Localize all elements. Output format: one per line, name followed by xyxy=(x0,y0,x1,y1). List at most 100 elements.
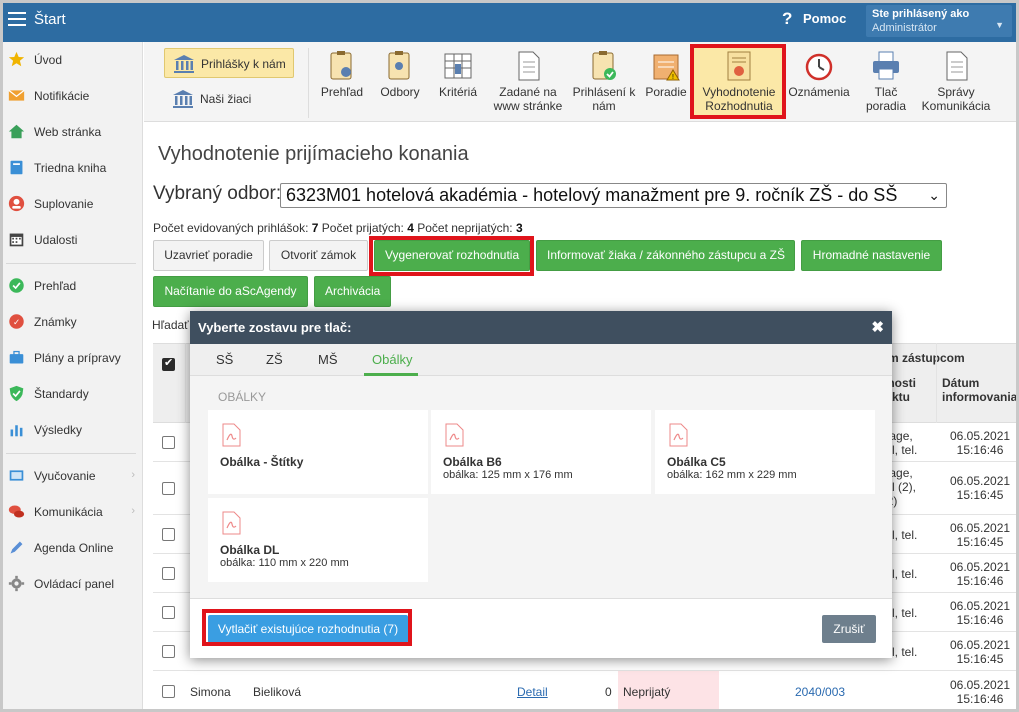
tab-ms[interactable]: MŠ xyxy=(318,352,338,367)
sidebar-item-standardy[interactable]: Štandardy xyxy=(0,379,143,409)
dialog-tabs: SŠ ZŠ MŠ Obálky xyxy=(190,344,892,376)
hromadne-nastavenie-button[interactable]: Hromadné nastavenie xyxy=(801,240,942,271)
cell-stav: Neprijatý xyxy=(623,685,671,699)
toolbar-prihlaseni[interactable]: Prihlásení k nám xyxy=(570,48,638,118)
count-value: 3 xyxy=(515,221,523,235)
row-checkbox[interactable] xyxy=(162,482,175,495)
shield-icon xyxy=(9,385,24,402)
sidebar-item-komunikacia[interactable]: Komunikácia › xyxy=(0,497,143,527)
nacitanie-button[interactable]: Načítanie do aScAgendy xyxy=(153,276,308,307)
otvorit-zamok-button[interactable]: Otvoriť zámok xyxy=(269,240,368,271)
toolbar-kriteria[interactable]: Kritériá xyxy=(428,48,488,118)
calendar-icon xyxy=(9,233,24,247)
row-checkbox[interactable] xyxy=(162,436,175,449)
table-row[interactable]: Simona Bieliková Detail 0 Neprijatý 2040… xyxy=(153,671,1019,712)
sidebar-item-vyucovanie[interactable]: Vyučovanie › xyxy=(0,461,143,491)
sidebar: Úvod Notifikácie Web stránka Triedna kni… xyxy=(0,42,143,712)
prihlasky-button[interactable]: Prihlášky k nám xyxy=(164,48,294,78)
report-card[interactable]: Obálka B6 obálka: 125 mm x 176 mm xyxy=(431,410,651,494)
user-menu[interactable]: Ste prihlásený ako Administrátor ▼ xyxy=(866,5,1012,37)
cell-datum: 06.05.2021 15:16:45 xyxy=(950,474,1011,502)
archivacia-button[interactable]: Archivácia xyxy=(314,276,391,307)
informovat-button[interactable]: Informovať žiaka / zákonného zástupcu a … xyxy=(536,240,795,271)
book-icon xyxy=(10,160,23,175)
menu-icon[interactable] xyxy=(8,12,26,26)
count-label: Počet evidovaných prihlášok: xyxy=(153,221,309,235)
vygenerovat-rozhodnutia-button[interactable]: Vygenerovať rozhodnutia xyxy=(374,240,530,271)
sidebar-item-agenda[interactable]: Agenda Online xyxy=(0,533,143,563)
sidebar-item-uvod[interactable]: Úvod xyxy=(0,45,143,75)
uzavriet-poradie-button[interactable]: Uzavrieť poradie xyxy=(153,240,264,271)
chevron-down-icon: ▼ xyxy=(995,20,1004,30)
toolbar-prehlad[interactable]: Prehľad xyxy=(312,48,372,118)
sidebar-item-prehlad[interactable]: Prehľad xyxy=(0,271,143,301)
sidebar-item-label: Web stránka xyxy=(34,125,102,139)
sidebar-item-triedna-kniha[interactable]: Triedna kniha xyxy=(0,153,143,183)
page-title: Vyhodnotenie prijímacieho konania xyxy=(158,143,469,165)
svg-text:✓: ✓ xyxy=(13,317,20,327)
toolbar-odbory[interactable]: Odbory xyxy=(374,48,426,118)
chevron-right-icon: › xyxy=(131,469,135,481)
report-card[interactable]: Obálka DL obálka: 110 mm x 220 mm xyxy=(208,498,428,582)
ranking-icon: ! xyxy=(653,54,680,81)
toolbar-poradie[interactable]: ! Poradie xyxy=(641,48,691,118)
criteria-icon xyxy=(444,53,472,79)
sidebar-item-ovladaci-panel[interactable]: Ovládací panel xyxy=(0,569,143,599)
document-icon xyxy=(518,51,540,81)
report-name: Obálka DL xyxy=(220,543,280,557)
cancel-button[interactable]: Zrušiť xyxy=(822,615,876,643)
substitute-icon xyxy=(8,195,25,212)
report-card[interactable]: Obálka C5 obálka: 162 mm x 229 mm xyxy=(655,410,875,494)
dialog-footer: Vytlačiť existujúce rozhodnutia (7) Zruš… xyxy=(190,598,892,658)
report-name: Obálka - Štítky xyxy=(220,455,304,469)
report-size: obálka: 125 mm x 176 mm xyxy=(443,469,573,481)
cell-cislo[interactable]: 2040/003 xyxy=(795,685,845,699)
count-value: 7 xyxy=(311,221,319,235)
tab-zs[interactable]: ZŠ xyxy=(266,352,283,367)
gear-icon xyxy=(8,575,25,592)
close-icon[interactable]: ✖ xyxy=(871,318,884,336)
toolbar-item-label: Poradie xyxy=(645,85,687,99)
print-dialog: Vyberte zostavu pre tlač: ✖ SŠ ZŠ MŠ Obá… xyxy=(190,311,892,658)
toolbar-tlac-poradia[interactable]: Tlač poradia xyxy=(856,48,916,118)
toolbar-vyhodnotenie[interactable]: Vyhodnotenie Rozhodnutia xyxy=(694,48,784,118)
sidebar-item-web[interactable]: Web stránka xyxy=(0,117,143,147)
cell-priezvisko: Bieliková xyxy=(253,685,302,699)
tab-ss[interactable]: SŠ xyxy=(216,352,233,367)
odbor-select[interactable]: 6323M01 hotelová akadémia - hotelový man… xyxy=(280,183,947,208)
toolbar-item-label: Správy Komunikácia xyxy=(921,85,991,113)
help-link[interactable]: Pomoc xyxy=(803,11,846,26)
help-icon[interactable]: ? xyxy=(782,9,792,29)
row-checkbox[interactable] xyxy=(162,528,175,541)
detail-link[interactable]: Detail xyxy=(517,685,548,699)
sidebar-item-udalosti[interactable]: Udalosti xyxy=(0,225,143,255)
counts-summary: Počet evidovaných prihlášok: 7 Počet pri… xyxy=(153,221,523,235)
sidebar-item-vysledky[interactable]: Výsledky xyxy=(0,415,143,445)
row-checkbox[interactable] xyxy=(162,606,175,619)
report-name: Obálka B6 xyxy=(443,455,502,469)
row-checkbox[interactable] xyxy=(162,645,175,658)
dialog-header: Vyberte zostavu pre tlač: ✖ xyxy=(190,311,892,344)
toolbar-oznamenia[interactable]: Oznámenia xyxy=(788,48,850,118)
tab-obalky[interactable]: Obálky xyxy=(372,352,412,367)
user-label: Ste prihlásený ako xyxy=(872,8,970,20)
app-title[interactable]: Štart xyxy=(34,11,66,28)
report-card[interactable]: Obálka - Štítky xyxy=(208,410,428,494)
nasi-ziaci-button[interactable]: Naši žiaci xyxy=(164,84,294,114)
sidebar-item-suplovanie[interactable]: Suplovanie xyxy=(0,189,143,219)
sidebar-item-znamky[interactable]: ✓ Známky xyxy=(0,307,143,337)
sidebar-item-label: Komunikácia xyxy=(34,505,103,519)
sidebar-item-label: Notifikácie xyxy=(34,89,90,103)
toolbar-spravy[interactable]: Správy Komunikácia xyxy=(918,48,994,118)
select-all-checkbox[interactable] xyxy=(162,356,175,371)
toolbar-zadane[interactable]: Zadané na www stránke xyxy=(490,48,566,118)
count-label: Počet prijatých: xyxy=(321,221,404,235)
count-label: Počet neprijatých: xyxy=(417,221,513,235)
sidebar-item-label: Suplovanie xyxy=(34,197,94,211)
report-size: obálka: 110 mm x 220 mm xyxy=(220,557,349,569)
row-checkbox[interactable] xyxy=(162,567,175,580)
sidebar-item-plany[interactable]: Plány a prípravy xyxy=(0,343,143,373)
row-checkbox[interactable] xyxy=(162,685,175,698)
print-existing-button[interactable]: Vytlačiť existujúce rozhodnutia (7) xyxy=(208,615,408,643)
sidebar-item-notifikacie[interactable]: Notifikácie xyxy=(0,81,143,111)
